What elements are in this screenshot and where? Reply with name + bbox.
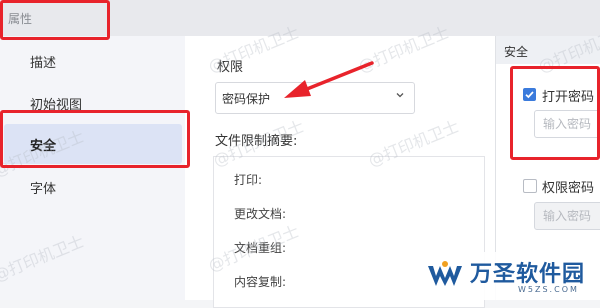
permission-password-label: 权限密码 [542, 181, 595, 196]
sidebar-item-description[interactable]: 描述 [4, 41, 182, 81]
highlight-box-title [0, 0, 110, 40]
permission-password-field[interactable] [534, 202, 600, 230]
security-dialog-title: 安全 [504, 45, 529, 59]
chevron-down-icon [396, 93, 404, 98]
permission-password-checkbox[interactable] [523, 179, 537, 193]
logo-brand-text: 万圣软件园 [470, 261, 586, 287]
highlight-box-security-nav [0, 110, 190, 168]
site-logo: 万圣软件园 W5ZS.COM [418, 252, 600, 300]
permission-select[interactable]: 密码保护 [215, 82, 415, 114]
logo-mark-icon [428, 261, 462, 286]
sidebar-item-label: 描述 [30, 56, 57, 71]
highlight-box-open-password [510, 66, 600, 160]
sidebar-item-label: 字体 [30, 182, 57, 197]
permission-password-input[interactable] [541, 208, 600, 224]
permission-select-value: 密码保护 [222, 92, 271, 106]
summary-print-label: 打印: [234, 173, 263, 187]
summary-content-copy-label: 内容复制: [234, 275, 287, 289]
logo-domain-text: W5ZS.COM [518, 285, 579, 294]
sidebar-item-fonts[interactable]: 字体 [4, 167, 182, 207]
summary-change-document-label: 更改文档: [234, 207, 287, 221]
